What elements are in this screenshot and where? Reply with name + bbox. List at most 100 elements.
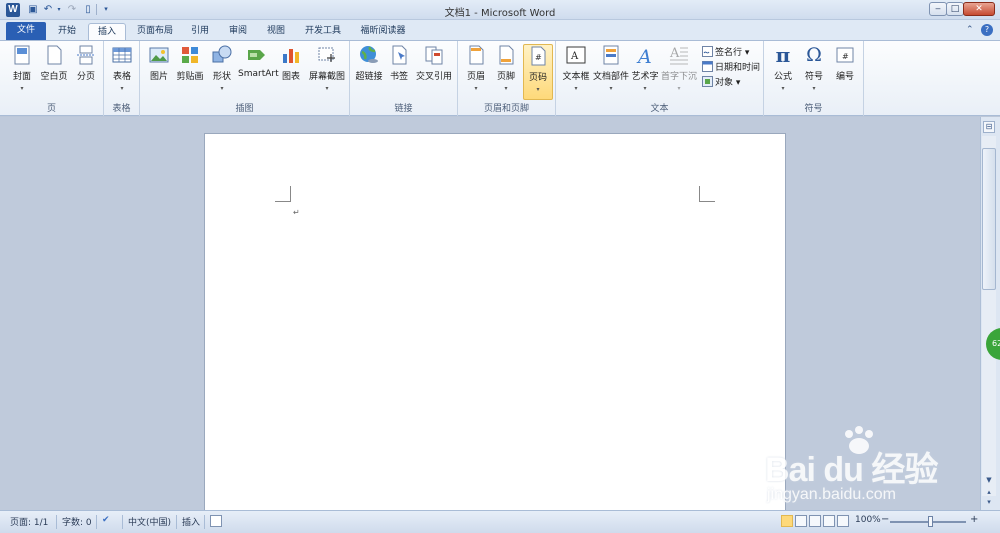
page-number-button[interactable]: # 页码 ▾ <box>523 44 553 100</box>
signature-icon <box>702 46 713 57</box>
shapes-icon <box>212 45 232 63</box>
chart-button[interactable]: 图表 <box>278 44 304 82</box>
svg-text:#: # <box>535 53 542 62</box>
zoom-in-button[interactable]: + <box>970 514 978 525</box>
omega-icon: Ω <box>806 44 822 66</box>
screenshot-button[interactable]: 屏幕截图 ▾ <box>306 44 348 92</box>
help-icon[interactable]: ? <box>981 24 993 36</box>
symbol-button[interactable]: Ω 符号 ▾ <box>800 44 828 92</box>
maximize-button[interactable]: □ <box>946 2 964 16</box>
tab-foxit-reader[interactable]: 福昕阅读器 <box>352 23 414 40</box>
wordart-button[interactable]: A 艺术字 ▾ <box>630 44 660 92</box>
zoom-level[interactable]: 100% <box>855 515 881 525</box>
group-illustrations: 图片 剪贴画 形状 ▾ SmartArt 图表 屏幕截图 ▾ 插图 <box>140 41 350 116</box>
chevron-down-icon: ▾ <box>120 85 124 92</box>
bookmark-button[interactable]: 书签 <box>386 44 412 82</box>
numbering-button[interactable]: # 编号 <box>830 44 860 82</box>
chevron-down-icon: ▾ <box>677 85 681 92</box>
macro-record-icon[interactable] <box>210 515 222 527</box>
blank-page-button[interactable]: 空白页 <box>38 44 70 82</box>
group-label-symbols: 符号 <box>804 104 823 114</box>
numbering-icon: # <box>836 47 854 63</box>
text-box-icon: A <box>566 46 586 64</box>
print-layout-view-icon[interactable] <box>781 515 793 527</box>
language-status[interactable]: 中文(中国) <box>128 515 171 528</box>
header-button[interactable]: 页眉 ▾ <box>462 44 490 92</box>
scroll-down-icon[interactable]: ▼ <box>982 474 996 486</box>
quick-parts-button[interactable]: 文档部件 ▾ <box>593 44 629 92</box>
insert-mode-status[interactable]: 插入 <box>182 515 200 528</box>
drop-cap-icon: A <box>669 46 688 65</box>
tab-developer[interactable]: 开发工具 <box>298 23 348 40</box>
page-count-status[interactable]: 页面: 1/1 <box>10 515 48 528</box>
web-layout-view-icon[interactable] <box>809 515 821 527</box>
object-button[interactable]: 对象 ▾ <box>702 75 740 88</box>
chevron-down-icon: ▾ <box>812 85 816 92</box>
title-bar: W ▣ ↶ ▾ ↷ ▯ ▾ 文档1 - Microsoft Word ‒ □ ✕ <box>0 0 1000 20</box>
word-count-status[interactable]: 字数: 0 <box>62 515 92 528</box>
svg-text:#: # <box>842 52 849 61</box>
quick-parts-icon <box>603 45 619 65</box>
tab-view[interactable]: 视图 <box>260 23 292 40</box>
cross-reference-button[interactable]: 交叉引用 <box>414 44 454 82</box>
minimize-button[interactable]: ‒ <box>929 2 947 16</box>
group-text: A 文本框 ▾ 文档部件 ▾ A 艺术字 ▾ A 首字下沉 ▾ 签名行 ▾ 日期… <box>556 41 764 116</box>
page-break-button[interactable]: 分页 <box>72 44 100 82</box>
draft-view-icon[interactable] <box>837 515 849 527</box>
watermark-brand: Bai du 经验 <box>765 451 938 489</box>
close-button[interactable]: ✕ <box>963 2 995 16</box>
tab-home[interactable]: 开始 <box>50 23 84 40</box>
table-button[interactable]: 表格 ▾ <box>108 44 136 92</box>
cross-reference-icon <box>425 46 443 65</box>
picture-button[interactable]: 图片 <box>146 44 172 82</box>
group-label-text: 文本 <box>650 104 669 114</box>
svg-text:A: A <box>636 46 652 66</box>
window-title: 文档1 - Microsoft Word <box>444 8 556 19</box>
group-label-links: 链接 <box>394 104 413 114</box>
chevron-down-icon: ▾ <box>220 85 224 92</box>
drop-cap-button[interactable]: A 首字下沉 ▾ <box>660 44 698 92</box>
proofing-icon[interactable]: ✔ <box>102 515 110 525</box>
zoom-slider-thumb[interactable] <box>928 516 933 527</box>
footer-button[interactable]: 页脚 ▾ <box>492 44 520 92</box>
hyperlink-button[interactable]: 超链接 <box>354 44 384 82</box>
zoom-out-button[interactable]: − <box>881 514 889 525</box>
document-page[interactable]: ↵ <box>204 133 786 510</box>
status-separator <box>56 515 57 529</box>
chevron-down-icon: ▾ <box>781 85 785 92</box>
paragraph-mark: ↵ <box>293 208 300 217</box>
ruler-toggle-icon[interactable]: ⊟ <box>983 121 995 133</box>
bookmark-icon <box>392 45 407 65</box>
outline-view-icon[interactable] <box>823 515 835 527</box>
signature-line-button[interactable]: 签名行 ▾ <box>702 45 749 58</box>
full-screen-reading-view-icon[interactable] <box>795 515 807 527</box>
clip-art-icon <box>182 47 198 63</box>
wordart-icon: A <box>636 46 652 66</box>
minimize-ribbon-icon[interactable]: ⌃ <box>966 25 974 35</box>
tab-page-layout[interactable]: 页面布局 <box>130 23 180 40</box>
group-links: 超链接 书签 交叉引用 链接 <box>350 41 458 116</box>
smartart-button[interactable]: SmartArt <box>238 44 279 79</box>
text-box-button[interactable]: A 文本框 ▾ <box>560 44 592 92</box>
chevron-down-icon: ▾ <box>574 85 578 92</box>
chevron-down-icon: ▾ <box>609 85 613 92</box>
shapes-button[interactable]: 形状 ▾ <box>208 44 236 92</box>
group-label-illustrations: 插图 <box>235 104 254 114</box>
group-label-tables: 表格 <box>112 104 131 114</box>
date-time-button[interactable]: 日期和时间 <box>702 60 760 73</box>
next-page-icon[interactable]: ▾ <box>982 496 996 508</box>
tab-review[interactable]: 审阅 <box>222 23 254 40</box>
tab-references[interactable]: 引用 <box>184 23 216 40</box>
tab-insert[interactable]: 插入 <box>88 23 126 40</box>
scrollbar-thumb[interactable] <box>982 148 996 290</box>
status-separator <box>204 515 205 529</box>
clip-art-button[interactable]: 剪贴画 <box>174 44 206 82</box>
chevron-down-icon: ▾ <box>474 85 478 92</box>
table-icon <box>112 47 132 63</box>
cover-page-button[interactable]: 封面 ▾ <box>8 44 36 92</box>
screenshot-icon <box>318 47 335 62</box>
page-break-icon <box>77 45 95 65</box>
tab-file[interactable]: 文件 <box>6 22 46 40</box>
equation-button[interactable]: π 公式 ▾ <box>768 44 798 92</box>
status-separator <box>122 515 123 529</box>
